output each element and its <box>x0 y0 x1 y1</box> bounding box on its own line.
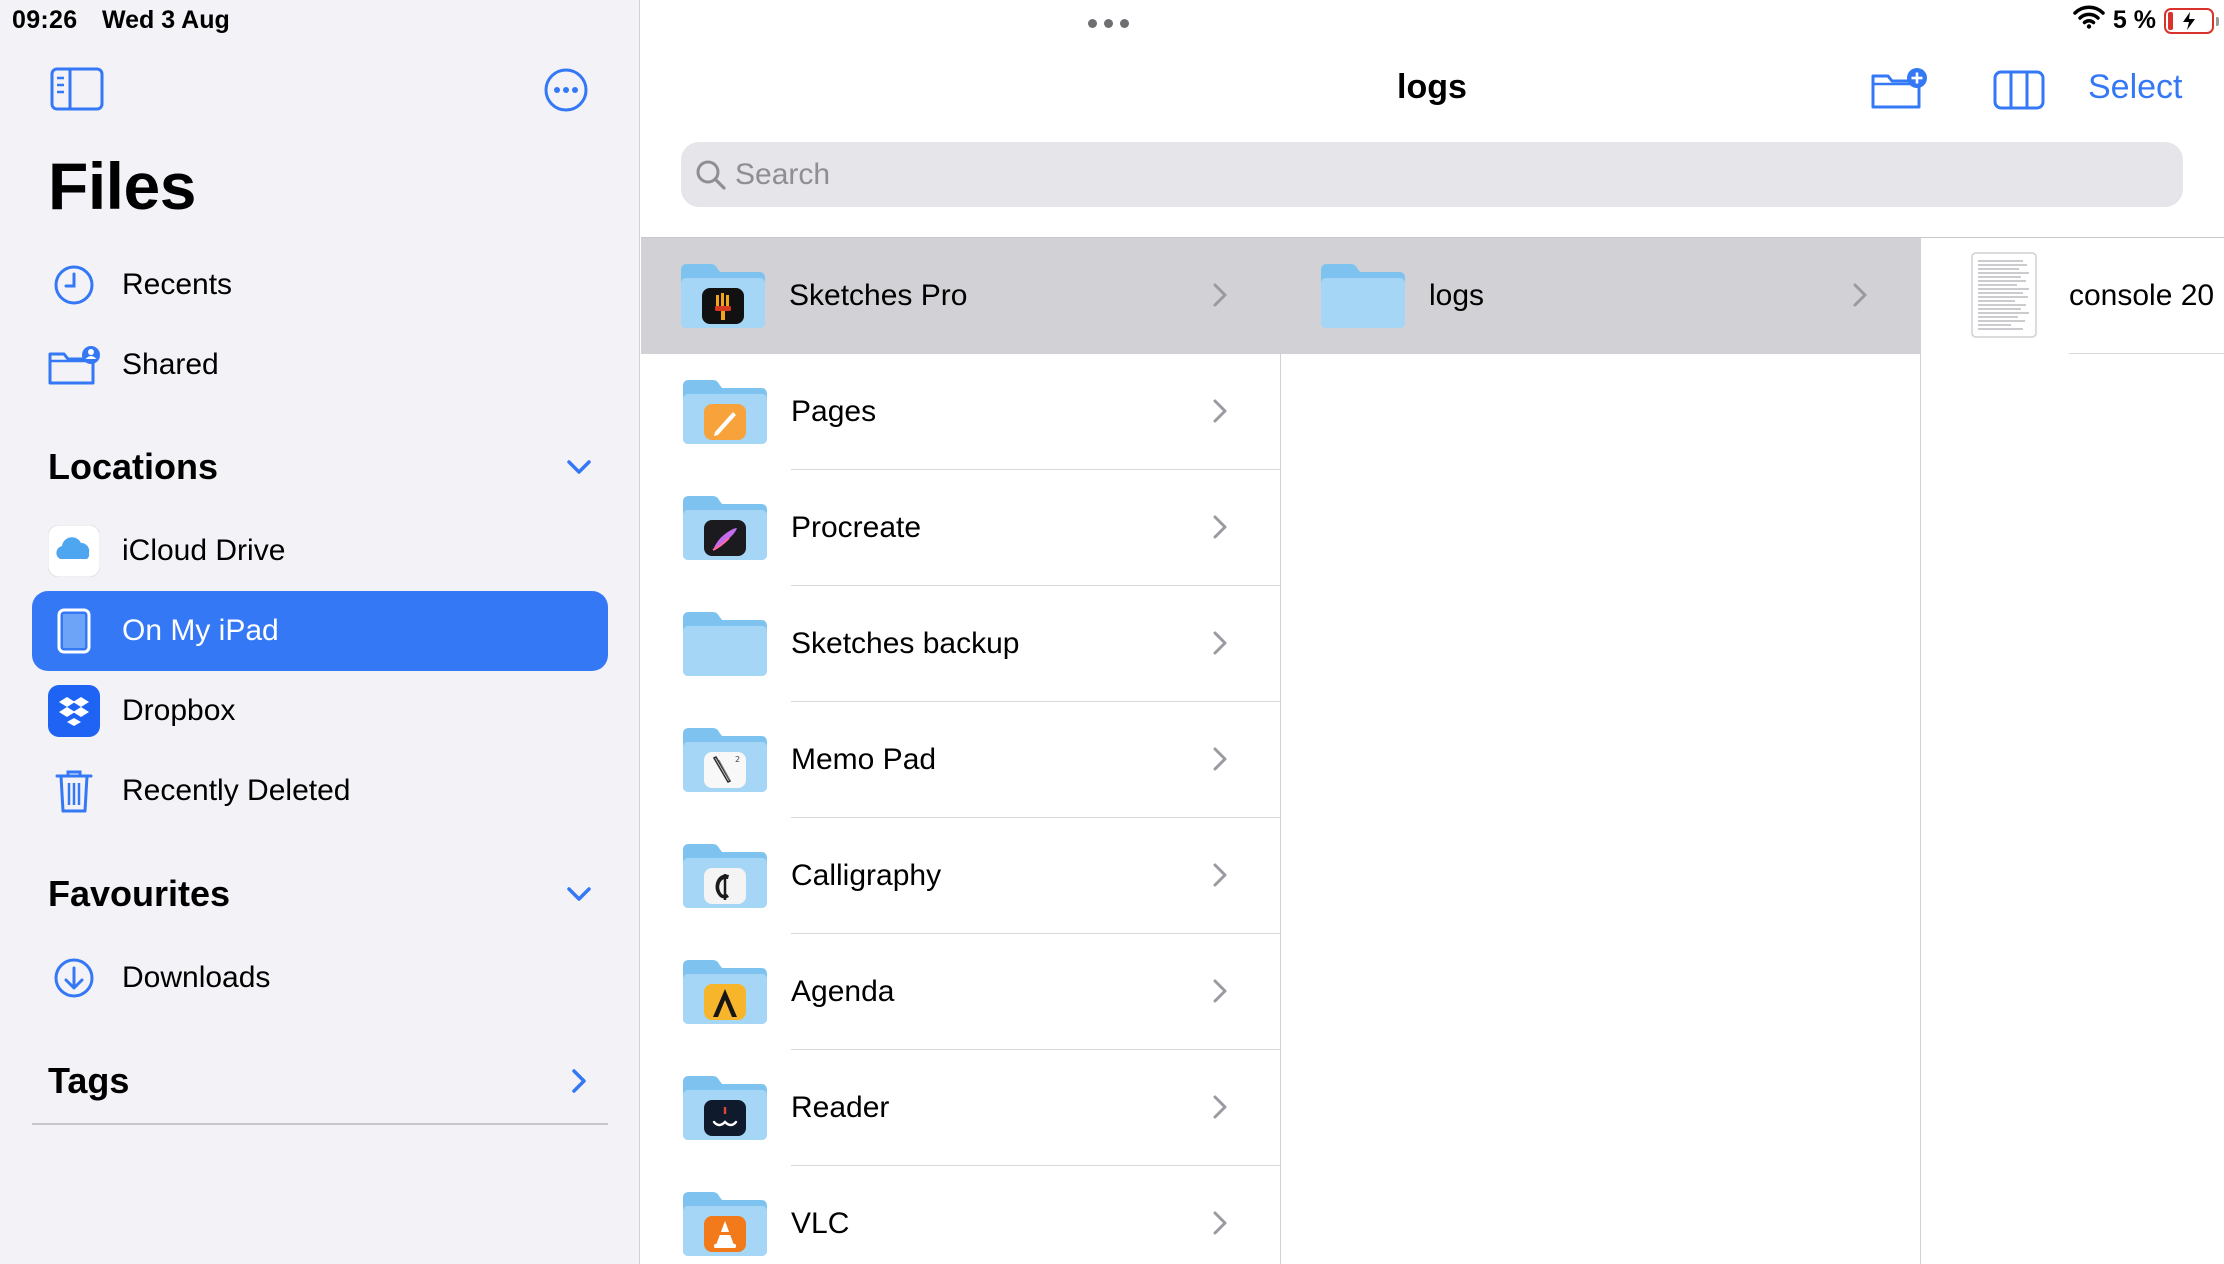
section-header-favourites[interactable]: Favourites <box>48 873 230 915</box>
svg-text:2: 2 <box>735 755 740 764</box>
chevron-right-icon <box>1213 747 1227 771</box>
sidebar-item-icloud-drive[interactable]: iCloud Drive <box>32 511 608 591</box>
status-date: Wed 3 Aug <box>102 6 230 34</box>
sidebar-item-label: On My iPad <box>122 614 279 647</box>
sidebar-item-dropbox[interactable]: Dropbox <box>32 671 608 751</box>
new-folder-icon[interactable] <box>1870 66 1930 117</box>
status-indicators: 5 % <box>2073 5 2219 36</box>
column-logs: console 20 <box>1921 238 2224 1264</box>
sidebar-divider <box>32 1123 608 1125</box>
folder-icon <box>681 264 765 328</box>
list-item[interactable]: Sketches Pro <box>641 238 1280 354</box>
ipad-icon <box>46 603 102 659</box>
chevron-right-icon <box>1213 399 1227 423</box>
chevron-right-icon <box>1213 515 1227 539</box>
wifi-icon <box>2073 5 2105 36</box>
list-item[interactable]: Procreate <box>641 470 1280 586</box>
item-name: Calligraphy <box>791 859 942 892</box>
section-header-locations[interactable]: Locations <box>48 446 218 488</box>
list-item[interactable]: console 20 <box>1921 238 2224 354</box>
sidebar-item-label: Dropbox <box>122 694 236 727</box>
sidebar-title: Files <box>48 149 196 223</box>
icloud-icon <box>46 523 102 579</box>
chevron-right-icon <box>1213 631 1227 655</box>
item-name: logs <box>1429 279 1485 312</box>
sidebar-item-recently-deleted[interactable]: Recently Deleted <box>32 751 608 831</box>
folder-icon <box>683 960 767 1024</box>
sidebar-item-label: iCloud Drive <box>122 534 286 567</box>
status-time: 09:26 <box>12 6 78 34</box>
folder-icon <box>1321 264 1405 328</box>
shared-folder-icon <box>46 337 102 393</box>
chevron-right-icon[interactable] <box>570 1068 588 1099</box>
sidebar-item-label: Shared <box>122 348 219 381</box>
section-header-tags[interactable]: Tags <box>48 1060 129 1102</box>
folder-icon <box>683 844 767 908</box>
item-name: VLC <box>791 1207 850 1240</box>
list-item[interactable]: Calligraphy <box>641 818 1280 934</box>
item-name: Reader <box>791 1091 890 1124</box>
list-item[interactable]: Reader <box>641 1050 1280 1166</box>
more-options-icon[interactable] <box>543 67 589 118</box>
item-name: console 20 <box>2069 279 2215 312</box>
sidebar-item-label: Downloads <box>122 961 271 994</box>
sidebar-item-on-my-ipad[interactable]: On My iPad <box>32 591 608 671</box>
list-item[interactable]: Pages <box>641 354 1280 470</box>
sidebar-toggle-icon[interactable] <box>50 66 104 117</box>
item-name: Sketches Pro <box>789 279 968 312</box>
list-item[interactable]: VLC <box>641 1166 1280 1264</box>
chevron-right-icon <box>1213 1211 1227 1235</box>
item-name: Memo Pad <box>791 743 937 776</box>
list-item[interactable]: 2 Memo Pad <box>641 702 1280 818</box>
folder-icon <box>683 1076 767 1140</box>
chevron-right-icon <box>1213 283 1227 307</box>
clock-icon <box>46 257 102 313</box>
chevron-right-icon <box>1213 863 1227 887</box>
item-name: Agenda <box>791 975 895 1008</box>
list-item[interactable]: logs <box>1281 238 1920 354</box>
chevron-down-icon[interactable] <box>566 458 592 481</box>
chevron-right-icon <box>1853 283 1867 307</box>
column-view-icon[interactable] <box>1993 70 2045 115</box>
search-input[interactable] <box>735 157 2035 192</box>
column-sketches-pro: logs <box>1281 238 1921 1264</box>
item-name: Sketches backup <box>791 627 1020 660</box>
sidebar: Files Recents Shared Locations iCloud Dr… <box>0 0 640 1264</box>
folder-icon: 2 <box>683 728 767 792</box>
dropbox-icon <box>46 683 102 739</box>
list-item[interactable]: Sketches backup <box>641 586 1280 702</box>
folder-icon <box>683 612 767 676</box>
item-name: Pages <box>791 395 877 428</box>
files-app: Files Recents Shared Locations iCloud Dr… <box>0 0 2224 1264</box>
sidebar-item-label: Recently Deleted <box>122 774 351 807</box>
chevron-down-icon[interactable] <box>566 885 592 908</box>
trash-icon <box>46 763 102 819</box>
list-item[interactable]: Agenda <box>641 934 1280 1050</box>
page-title: logs <box>1397 68 1467 106</box>
folder-icon <box>683 1192 767 1256</box>
chevron-right-icon <box>1213 979 1227 1003</box>
search-icon <box>695 159 727 191</box>
item-name: Procreate <box>791 511 922 544</box>
search-bar[interactable] <box>681 142 2183 207</box>
sidebar-item-downloads[interactable]: Downloads <box>32 938 608 1018</box>
sidebar-item-label: Recents <box>122 268 233 301</box>
select-button[interactable]: Select <box>2088 68 2183 107</box>
folder-icon <box>683 496 767 560</box>
battery-icon <box>2164 7 2219 34</box>
multitasking-grabber[interactable] <box>1088 19 1129 28</box>
battery-percentage: 5 % <box>2112 6 2156 34</box>
document-thumbnail-icon <box>1971 252 2037 338</box>
column-on-my-ipad: Sketches Pro Pages Procreate Sketches ba… <box>641 238 1281 1264</box>
folder-icon <box>683 380 767 444</box>
download-icon <box>46 950 102 1006</box>
chevron-right-icon <box>1213 1095 1227 1119</box>
sidebar-item-shared[interactable]: Shared <box>32 325 608 405</box>
sidebar-item-recents[interactable]: Recents <box>32 245 608 325</box>
